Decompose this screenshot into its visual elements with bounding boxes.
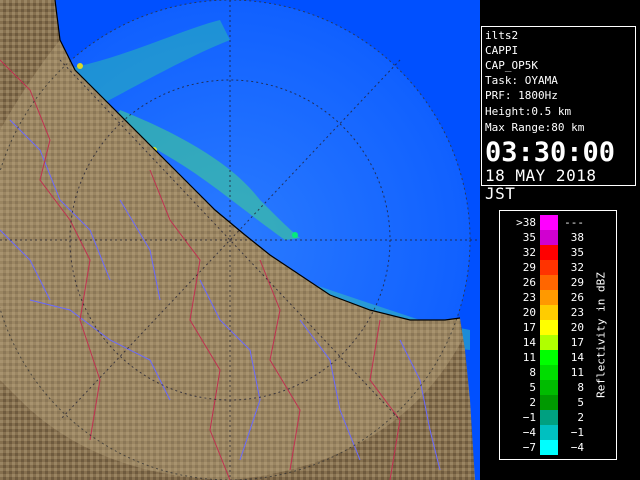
legend-swatch	[540, 275, 558, 290]
legend-lower-value: 14	[522, 336, 536, 349]
legend-lower-value: 17	[522, 321, 536, 334]
legend-swatch	[540, 230, 558, 245]
legend-upper-value: 32	[570, 261, 584, 274]
legend-swatch	[540, 260, 558, 275]
legend-upper-value: −4	[570, 441, 584, 454]
station-name: ilts2	[485, 29, 519, 42]
legend-upper-value: 35	[570, 246, 584, 259]
legend-swatch	[540, 395, 558, 410]
radar-map	[0, 0, 480, 480]
legend-lower-value: −4	[522, 426, 536, 439]
legend-title: Reflectivity in dBZ	[594, 272, 608, 398]
legend-swatch	[540, 215, 558, 230]
legend-upper-value: 29	[570, 276, 584, 289]
product-code: CAP_OP5K	[485, 59, 538, 72]
legend-lower-value: −7	[522, 441, 536, 454]
legend-upper-value: 14	[570, 351, 584, 364]
legend-upper-value: 20	[570, 321, 584, 334]
legend-upper-value: 8	[577, 381, 584, 394]
legend-lower-value: 11	[522, 351, 536, 364]
legend-lower-value: 26	[522, 276, 536, 289]
legend-lower-value: −1	[522, 411, 536, 424]
legend-swatch	[540, 425, 558, 440]
legend-upper-value: 26	[570, 291, 584, 304]
legend-lower-value: 29	[522, 261, 536, 274]
legend-upper-value: 38	[570, 231, 584, 244]
legend-lower-value: 2	[529, 396, 536, 409]
legend-lower-value: >38	[516, 216, 536, 229]
legend-swatch	[540, 440, 558, 455]
legend-title-box: Reflectivity in dBZ	[586, 211, 616, 459]
legend-upper-value: 2	[577, 411, 584, 424]
info-panel: ilts2 CAPPI CAP_OP5K Task: OYAMA PRF: 18…	[481, 26, 636, 203]
legend-lower-value: 23	[522, 291, 536, 304]
observation-time: 03:30:00	[485, 137, 616, 168]
task-label: Task: OYAMA	[485, 74, 558, 87]
legend-upper-value: −1	[570, 426, 584, 439]
legend-swatch	[540, 290, 558, 305]
product-type: CAPPI	[485, 44, 519, 57]
height-label: Height:0.5 km	[485, 105, 572, 118]
legend-swatch	[540, 350, 558, 365]
legend-lower-value: 20	[522, 306, 536, 319]
legend-swatch	[540, 335, 558, 350]
legend-upper-value: 5	[577, 396, 584, 409]
legend-upper-value: ---	[564, 216, 584, 229]
legend-lower-value: 5	[529, 381, 536, 394]
color-legend: >38 --- 35 38 32 35 29 32 26 29 23 26 20 23 17 20 14 17 11…	[499, 210, 617, 460]
legend-swatch	[540, 365, 558, 380]
prf-label: PRF: 1800Hz	[485, 89, 558, 102]
legend-swatch	[540, 245, 558, 260]
legend-swatch	[540, 320, 558, 335]
legend-swatch	[540, 380, 558, 395]
legend-lower-value: 32	[522, 246, 536, 259]
legend-upper-value: 11	[570, 366, 584, 379]
max-range-label: Max Range:80 km	[485, 121, 585, 134]
legend-lower-value: 8	[529, 366, 536, 379]
legend-lower-value: 35	[522, 231, 536, 244]
legend-swatch	[540, 410, 558, 425]
observation-date: 18 MAY 2018 JST	[485, 166, 597, 203]
legend-upper-value: 17	[570, 336, 584, 349]
legend-swatch	[540, 305, 558, 320]
legend-upper-value: 23	[570, 306, 584, 319]
